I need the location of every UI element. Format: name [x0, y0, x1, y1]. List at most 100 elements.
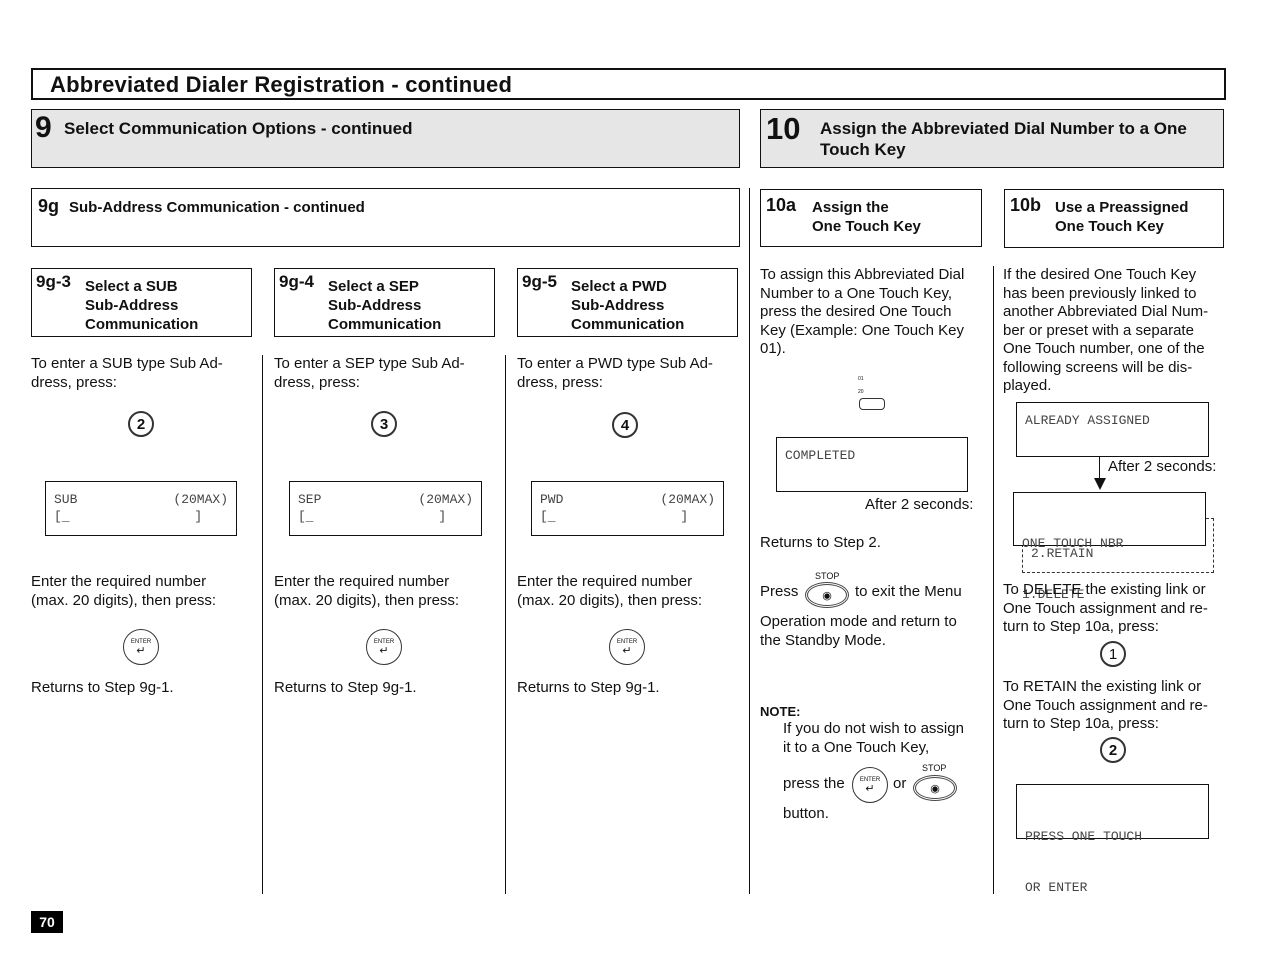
return-arrow-icon: ↵: [622, 644, 632, 657]
intro-text: To enter a SEP type Sub Ad- dress, press…: [274, 355, 465, 392]
substep-header: 9g-5 Select a PWD Sub-Address Communicat…: [517, 268, 738, 337]
lcd-display: COMPLETED: [776, 437, 968, 492]
key-4-button[interactable]: 4: [612, 412, 638, 438]
key-1-button[interactable]: 1: [1100, 641, 1126, 667]
stop-key-button[interactable]: ◉: [805, 582, 849, 608]
enter-instruction: Enter the required number (max. 20 digit…: [517, 573, 702, 610]
text-line: To enter a SEP type Sub Ad-: [274, 355, 465, 372]
lcd-display: ONE TOUCH NBR 1.DELETE: [1013, 492, 1206, 602]
substep-title: Select a PWD Sub-Address Communication: [571, 277, 684, 334]
returns-text: Returns to Step 9g-1.: [517, 679, 660, 696]
enter-key-button[interactable]: ENTER ↵: [852, 767, 888, 803]
after-seconds-text: After 2 seconds:: [1108, 458, 1217, 475]
page-title-bar: Abbreviated Dialer Registration - contin…: [31, 68, 1226, 100]
title-line: Communication: [328, 316, 442, 333]
lcd-text: PRESS ONE TOUCH: [1025, 829, 1143, 844]
text-line: it to a One Touch Key,: [783, 738, 930, 756]
text-line: (max. 20 digits), then press:: [31, 591, 217, 609]
lcd-display: SEP (20MAX) [_ ]: [289, 481, 482, 536]
text-line: turn to Step 10a, press:: [1003, 618, 1159, 635]
enter-instruction: Enter the required number (max. 20 digit…: [274, 573, 459, 610]
exit-text: to exit the Menu: [855, 583, 962, 600]
lcd-display: SUB (20MAX) [_ ]: [45, 481, 237, 536]
stop-key-button[interactable]: ◉: [913, 775, 957, 801]
stop-label: STOP: [815, 571, 840, 581]
substep-9g-header: 9g Sub-Address Communication - continued: [31, 188, 740, 247]
substep-header: 9g-4 Select a SEP Sub-Address Communicat…: [274, 268, 495, 337]
text-line: turn to Step 10a, press:: [1003, 715, 1159, 732]
title-line: Assign the: [812, 199, 889, 216]
enter-key-button[interactable]: ENTER ↵: [123, 629, 159, 665]
text-line: Enter the required number: [517, 573, 693, 590]
note-heading: NOTE:: [760, 704, 801, 719]
text-line: 01).: [760, 340, 786, 357]
enter-key-button[interactable]: ENTER ↵: [366, 629, 402, 665]
text-line: dress, press:: [31, 373, 117, 391]
text-line: One Touch number, one of the: [1003, 340, 1205, 357]
lcd-text: (20MAX): [173, 492, 228, 507]
text-line: press the desired One Touch: [760, 303, 952, 320]
title-line: Communication: [571, 316, 685, 333]
page-title: Abbreviated Dialer Registration - contin…: [50, 72, 513, 97]
title-line: Sub-Address: [85, 297, 179, 314]
step-number: 10: [766, 111, 801, 146]
retain-instruction: To RETAIN the existing link or One Touch…: [1003, 678, 1208, 734]
note-or: or: [893, 775, 907, 792]
lcd-text: [_ ]: [540, 509, 689, 524]
lcd-display: ALREADY ASSIGNED: [1016, 402, 1209, 457]
title-line: One Touch Key: [1055, 218, 1164, 235]
lcd-text: [_ ]: [298, 509, 447, 524]
step-number: 9: [35, 111, 52, 144]
key-2-button[interactable]: 2: [1100, 737, 1126, 763]
one-touch-key-button[interactable]: [859, 398, 885, 410]
enter-key-button[interactable]: ENTER ↵: [609, 629, 645, 665]
after-seconds-text: After 2 seconds:: [865, 496, 974, 513]
text-line: If you do not wish to assign: [783, 720, 964, 737]
step-title: Assign the Abbreviated Dial Number to a …: [820, 118, 1187, 160]
text-line: has been previously linked to: [1003, 284, 1197, 302]
substep-number: 10b: [1010, 195, 1042, 215]
text-line: One Touch assignment and re-: [1003, 696, 1208, 714]
text-line: To enter a PWD type Sub Ad-: [517, 355, 713, 372]
title-line: Communication: [85, 316, 199, 333]
return-arrow-icon: ↵: [865, 782, 875, 795]
column-divider: [262, 355, 263, 894]
text-line: To DELETE the existing link or: [1003, 581, 1206, 598]
one-touch-label: 01: [858, 376, 864, 382]
text-line: following screens will be dis-: [1003, 358, 1193, 376]
flow-arrow-line: [1099, 457, 1100, 479]
note-text: If you do not wish to assign it to a One…: [783, 720, 964, 757]
text-line: dress, press:: [274, 373, 360, 391]
text-line: dress, press:: [517, 373, 603, 391]
step-title-line: Touch Key: [820, 140, 906, 159]
stop-icon: ◉: [930, 782, 940, 795]
key-3-button[interactable]: 3: [371, 411, 397, 437]
text-line: another Abbreviated Dial Num-: [1003, 303, 1209, 320]
10b-intro: If the desired One Touch Key has been pr…: [1003, 266, 1208, 396]
intro-text: To enter a PWD type Sub Ad- dress, press…: [517, 355, 713, 392]
key-2-button[interactable]: 2: [128, 411, 154, 437]
column-divider: [993, 266, 994, 894]
text-line: To assign this Abbreviated Dial: [760, 266, 965, 283]
text-line: Key (Example: One Touch Key: [760, 321, 964, 339]
title-line: One Touch Key: [812, 218, 921, 235]
text-line: (max. 20 digits), then press:: [274, 591, 460, 609]
return-arrow-icon: ↵: [136, 644, 146, 657]
substep-title: Select a SEP Sub-Address Communication: [328, 277, 441, 334]
exit-description: Operation mode and return to the Standby…: [760, 613, 957, 650]
enter-instruction: Enter the required number (max. 20 digit…: [31, 573, 216, 610]
lcd-hidden-line: 2.RETAIN: [1031, 546, 1094, 561]
returns-text: Returns to Step 2.: [760, 534, 881, 551]
lcd-text: PWD: [540, 492, 564, 507]
text-line: ber or preset with a separate: [1003, 321, 1194, 339]
substep-number: 10a: [766, 195, 797, 215]
text-line: To enter a SUB type Sub Ad-: [31, 355, 223, 372]
substep-number: 9g: [38, 196, 60, 216]
intro-text: To enter a SUB type Sub Ad- dress, press…: [31, 355, 223, 392]
text-line: the Standby Mode.: [760, 631, 886, 649]
title-line: Sub-Address: [328, 297, 422, 314]
one-touch-label: 20: [858, 389, 864, 395]
column-divider: [505, 355, 506, 894]
lcd-text: [_ ]: [54, 509, 203, 524]
lcd-text: (20MAX): [660, 492, 715, 507]
